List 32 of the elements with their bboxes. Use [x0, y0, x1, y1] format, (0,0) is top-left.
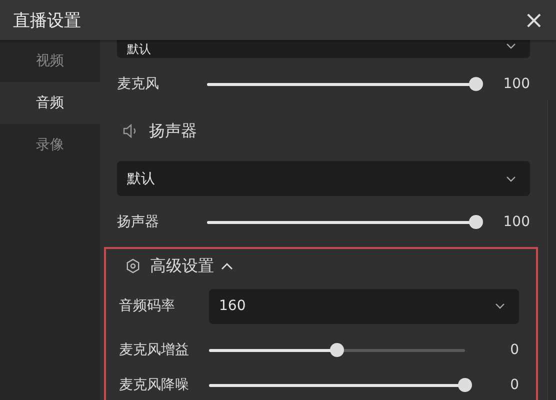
section-title: 扬声器	[149, 120, 197, 142]
bitrate-dropdown[interactable]: 160	[209, 288, 519, 324]
dropdown-value: 默认	[127, 40, 151, 58]
slider-thumb[interactable]	[469, 215, 483, 229]
device-dropdown[interactable]: 默认	[117, 161, 530, 196]
chevron-down-icon	[495, 303, 505, 309]
slider[interactable]	[209, 378, 472, 392]
slider-thumb[interactable]	[458, 378, 472, 392]
dropdown-value: 160	[219, 298, 246, 314]
slider-thumb[interactable]	[469, 77, 483, 91]
slider-value: 0	[509, 377, 519, 393]
settings-icon	[125, 258, 141, 274]
slider[interactable]	[207, 215, 483, 229]
device-dropdown[interactable]: 默认	[117, 40, 530, 58]
slider-thumb[interactable]	[330, 343, 344, 357]
chevron-down-icon	[506, 176, 516, 182]
chevron-down-icon	[506, 43, 516, 49]
slider-value: 100	[502, 214, 530, 230]
close-button[interactable]: ×	[520, 8, 548, 32]
slider-label: 麦克风降噪	[119, 377, 190, 393]
dropdown-value: 默认	[127, 170, 155, 188]
slider-label: 麦克风增益	[119, 341, 190, 359]
setting-label: 音频码率	[119, 297, 176, 315]
slider-value: 100	[502, 76, 530, 92]
slider-label: 麦克风	[117, 75, 160, 93]
slider-label: 扬声器	[117, 213, 160, 231]
window-title: 直播设置	[13, 10, 81, 32]
sidebar-tab[interactable]: 音频	[0, 82, 100, 124]
slider[interactable]	[207, 77, 483, 91]
caret-icon[interactable]	[221, 262, 233, 270]
slider-value: 0	[509, 342, 519, 358]
section-title: 高级设置	[150, 256, 214, 276]
